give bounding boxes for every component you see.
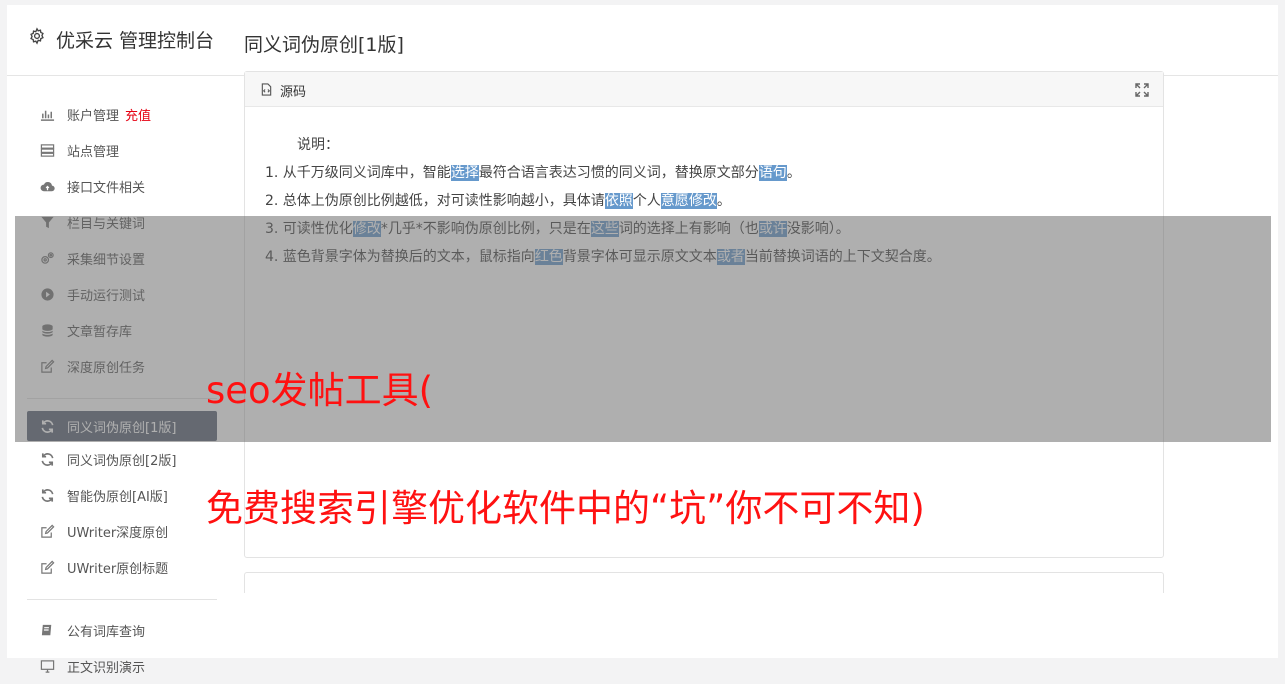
sidebar-item-UWriter深度原创[interactable]: UWriter深度原创: [27, 513, 217, 549]
output-panel: [244, 572, 1164, 593]
sidebar-item-账户管理[interactable]: 账户管理 充值: [27, 96, 217, 132]
bar-chart-icon: [39, 106, 55, 122]
page-title: 同义词伪原创[1版]: [244, 34, 404, 56]
sidebar-item-label: UWriter原创标题: [67, 561, 169, 577]
sidebar-item-label: 同义词伪原创[2版]: [67, 453, 177, 469]
sidebar-item-label: 接口文件相关: [67, 180, 146, 196]
sidebar-item-UWriter原创标题[interactable]: UWriter原创标题: [27, 549, 217, 585]
sidebar-item-公有词库查询[interactable]: 公有词库查询: [27, 612, 217, 648]
sidebar-item-站点管理[interactable]: 站点管理: [27, 132, 217, 168]
sidebar-item-label: 智能伪原创[AI版]: [67, 489, 168, 505]
expand-icon[interactable]: [1135, 83, 1149, 97]
sidebar-item-label: 站点管理: [67, 144, 120, 160]
recharge-link[interactable]: 充值: [125, 105, 151, 124]
sidebar-divider: [27, 599, 217, 600]
description-line: 2. 总体上伪原创比例越低，对可读性影响越小，具体请依照个人意愿修改。: [265, 193, 731, 209]
sidebar-item-label: UWriter深度原创: [67, 525, 169, 541]
sidebar-item-同义词伪原创[2版][interactable]: 同义词伪原创[2版]: [27, 441, 217, 477]
description-line: 1. 从千万级同义词库中，智能选择最符合语言表达习惯的同义词，替换原文部分语句。: [265, 165, 801, 181]
sidebar-item-智能伪原创[AI版][interactable]: 智能伪原创[AI版]: [27, 477, 217, 513]
sidebar-item-label: 公有词库查询: [67, 624, 146, 640]
description-title: 说明：: [297, 137, 339, 153]
sidebar-item-label: 账户管理: [67, 108, 120, 124]
replaced-word[interactable]: 意愿: [660, 193, 689, 209]
replaced-word[interactable]: 依照: [604, 193, 633, 209]
gear-icon: [30, 27, 44, 45]
watermark-overlay: [15, 216, 1271, 442]
edit-icon: [39, 559, 55, 575]
file-code-icon: [261, 83, 272, 96]
replaced-word[interactable]: 选择: [450, 165, 479, 181]
panel-label: 源码: [280, 85, 307, 100]
replaced-word[interactable]: 修改: [688, 193, 717, 209]
book-icon: [39, 622, 55, 638]
overlay-text-line2: 免费搜索引擎优化软件中的“坑”你不可不知): [206, 487, 925, 530]
refresh-icon: [39, 487, 55, 503]
panel-header: 源码: [245, 72, 1163, 107]
overlay-text-line1: seo发帖工具(: [206, 369, 434, 412]
sidebar-item-正文识别演示[interactable]: 正文识别演示: [27, 648, 217, 684]
cloud-upload-icon: [39, 178, 55, 194]
server-icon: [39, 142, 55, 158]
desktop-icon: [39, 658, 55, 674]
replaced-word[interactable]: 语句: [758, 165, 787, 181]
refresh-icon: [39, 451, 55, 467]
edit-icon: [39, 523, 55, 539]
sidebar-item-label: 正文识别演示: [67, 660, 146, 676]
app-title: 优采云 管理控制台: [56, 30, 215, 52]
sidebar-item-接口文件相关[interactable]: 接口文件相关: [27, 168, 217, 204]
